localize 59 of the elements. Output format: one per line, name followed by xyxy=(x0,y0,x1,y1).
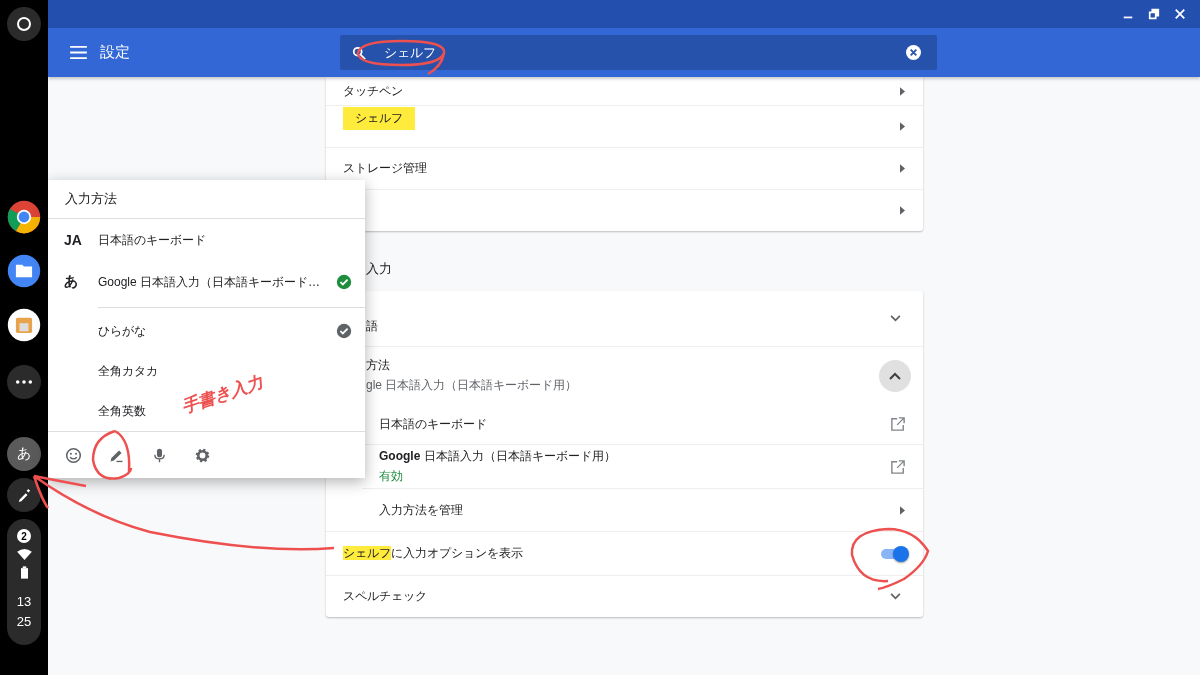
input-method-name: Google 日本語入力（日本語キーボード用） xyxy=(379,448,616,465)
pen-icon xyxy=(17,488,31,502)
status-tray[interactable]: 2 13 25 xyxy=(7,519,41,645)
input-method-name: 日本語のキーボード xyxy=(379,415,487,433)
arrow-right-icon[interactable] xyxy=(900,122,905,131)
row-label[interactable]: タッチペン xyxy=(343,82,900,100)
section-title: 入力 xyxy=(365,260,393,278)
chevron-down-icon[interactable] xyxy=(890,593,901,600)
more-apps-button[interactable] xyxy=(7,365,41,399)
launcher-button[interactable] xyxy=(7,7,41,41)
external-link-icon[interactable] xyxy=(891,459,905,474)
more-icon xyxy=(15,379,33,385)
stylus-button[interactable] xyxy=(7,478,41,512)
folder-icon[interactable] xyxy=(6,253,42,289)
arrow-right-icon[interactable] xyxy=(900,164,905,173)
setting-label: シェルフに入力オプションを表示 xyxy=(343,545,524,562)
arrow-right-icon[interactable] xyxy=(900,206,905,215)
settings-icon[interactable] xyxy=(194,447,211,464)
mode-name[interactable]: 全角カタカ xyxy=(98,362,158,380)
mode-name[interactable]: ひらがな xyxy=(98,322,146,340)
wifi-icon xyxy=(16,549,32,560)
clock-hour: 13 xyxy=(16,595,32,609)
arrow-right-icon[interactable] xyxy=(900,505,905,515)
row-subtitle: gle 日本語入力（日本語キーボード用） xyxy=(366,377,578,394)
row-label[interactable]: 語 xyxy=(366,302,890,335)
chevron-down-icon[interactable] xyxy=(890,315,901,322)
row-title: 方法 xyxy=(366,357,390,374)
emoji-icon[interactable] xyxy=(65,447,82,464)
clear-icon[interactable] xyxy=(906,45,921,60)
row-label[interactable]: ストレージ管理 xyxy=(343,160,900,177)
row-label[interactable]: スペルチェック xyxy=(343,588,890,605)
external-link-icon[interactable] xyxy=(891,417,905,431)
browser-icon[interactable] xyxy=(6,199,42,235)
mode-name[interactable]: 全角英数 xyxy=(98,402,146,420)
restore-icon[interactable] xyxy=(1148,8,1160,20)
page-title: 設定 xyxy=(100,43,130,62)
close-icon[interactable] xyxy=(1174,8,1186,20)
ime-short-label: あ xyxy=(64,273,79,291)
ime-name[interactable]: 日本語のキーボード xyxy=(98,231,206,249)
menu-title: 入力方法 xyxy=(48,180,365,219)
toggle-switch[interactable] xyxy=(881,548,907,559)
ime-short-label: JA xyxy=(64,232,83,248)
notification-count: 2 xyxy=(17,529,31,543)
row-label[interactable]: 入力方法を管理 xyxy=(379,501,900,519)
file-manager-icon[interactable] xyxy=(6,307,42,343)
ime-button[interactable]: あ xyxy=(7,437,41,471)
microphone-icon[interactable] xyxy=(151,447,168,464)
chevron-up-icon xyxy=(889,371,901,380)
ime-name[interactable]: Google 日本語入力（日本語キーボード… xyxy=(98,273,321,291)
collapse-button[interactable] xyxy=(879,359,911,392)
arrow-right-icon[interactable] xyxy=(900,86,905,96)
status-label: 有効 xyxy=(379,468,403,485)
search-field[interactable]: シェルフ xyxy=(340,35,937,70)
battery-icon xyxy=(20,566,28,579)
search-icon xyxy=(352,45,366,60)
handwritten-note: 手書き入力 xyxy=(179,373,266,417)
clock-minute: 25 xyxy=(16,615,32,629)
menu-icon[interactable] xyxy=(70,46,87,59)
tooltip: シェルフ xyxy=(343,107,415,130)
